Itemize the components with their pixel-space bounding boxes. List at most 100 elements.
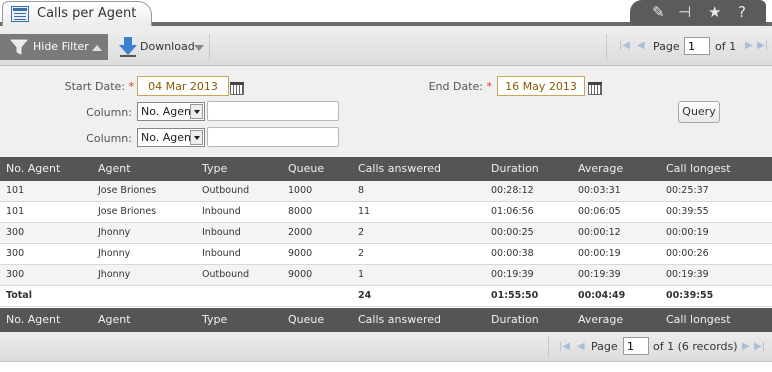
table-cell: Jhonny <box>98 248 131 259</box>
start-date-label: Start Date: * <box>60 80 134 93</box>
last-page-icon[interactable]: ▶| <box>754 341 765 352</box>
table-cell: 00:28:12 <box>491 185 534 196</box>
page-input[interactable] <box>684 37 710 55</box>
next-page-icon[interactable]: ▶ <box>745 40 753 51</box>
table-cell: 01:06:56 <box>491 206 534 217</box>
window-tools: ✎ ⊣ ★ ? <box>630 0 766 25</box>
table-cell: Outbound <box>202 269 250 280</box>
record-count: of 1 (6 records) <box>653 340 738 353</box>
column-header[interactable]: Average <box>578 162 623 175</box>
hide-filter-label: Hide Filter <box>33 40 89 53</box>
column-header[interactable]: No. Agent <box>6 162 60 175</box>
table-cell: Outbound <box>202 185 250 196</box>
download-button[interactable]: Download <box>110 34 210 60</box>
end-date-input[interactable] <box>497 76 585 96</box>
prev-page-icon[interactable]: ◀ <box>637 40 645 51</box>
next-page-icon[interactable]: ▶ <box>742 341 750 352</box>
table-cell: Jhonny <box>98 269 131 280</box>
table-footer-header: No. Agent Agent Type Queue Calls answere… <box>0 308 772 332</box>
table-cell: Inbound <box>202 227 241 238</box>
column2-input[interactable] <box>207 127 339 147</box>
table-cell: 2 <box>358 248 365 259</box>
frame-bottom <box>0 362 772 372</box>
total-cell: 01:55:50 <box>491 290 539 301</box>
column-header[interactable]: Duration <box>491 162 539 175</box>
column-header[interactable]: Call longest <box>666 162 731 175</box>
toolbar: Hide Filter Download |◀ ◀ Page of 1 ▶ ▶| <box>0 26 772 66</box>
column-footer: Call longest <box>666 313 731 326</box>
first-page-icon[interactable]: |◀ <box>619 40 630 51</box>
column-footer: Calls answered <box>358 313 441 326</box>
table-cell: Jhonny <box>98 227 131 238</box>
table-cell: 00:39:55 <box>666 206 709 217</box>
page-label: Page <box>591 340 618 353</box>
chevron-up-icon <box>92 45 102 51</box>
page-count: of 1 <box>715 40 737 53</box>
first-page-icon[interactable]: |◀ <box>559 341 570 352</box>
column1-input[interactable] <box>207 101 339 121</box>
column-header[interactable]: Calls answered <box>358 162 441 175</box>
table-cell: 00:03:31 <box>578 185 621 196</box>
column2-select-value: No. Agent <box>141 131 196 144</box>
prev-page-icon[interactable]: ◀ <box>577 341 585 352</box>
report-table-icon <box>11 6 29 22</box>
table-cell: 00:19:39 <box>491 269 534 280</box>
table-cell: 11 <box>358 206 371 217</box>
edit-icon[interactable]: ✎ <box>652 3 665 21</box>
calendar-icon[interactable] <box>230 82 244 95</box>
hide-filter-button[interactable]: Hide Filter <box>0 34 108 60</box>
required-mark: * <box>128 80 135 93</box>
table-header: No. Agent Agent Type Queue Calls answere… <box>0 157 772 181</box>
table-row[interactable]: 300 Jhonny Inbound 2000 2 00:00:25 00:00… <box>0 223 772 244</box>
column-header[interactable]: Queue <box>288 162 324 175</box>
table-cell: 00:25:37 <box>666 185 709 196</box>
column-header[interactable]: Agent <box>98 162 131 175</box>
dropdown-arrow-icon <box>190 104 203 119</box>
table-cell: 00:00:19 <box>666 227 709 238</box>
top-pager: |◀ ◀ Page of 1 ▶ ▶| <box>606 34 772 60</box>
table-total-row: Total 24 01:55:50 00:04:49 00:39:55 <box>0 286 772 307</box>
query-button[interactable]: Query <box>678 101 720 123</box>
start-date-label-text: Start Date: <box>64 80 125 93</box>
column-footer: Agent <box>98 313 131 326</box>
table-row[interactable]: 300 Jhonny Outbound 9000 1 00:19:39 00:1… <box>0 265 772 286</box>
table-cell: 00:00:38 <box>491 248 534 259</box>
end-date-label-text: End Date: <box>428 80 483 93</box>
column1-select[interactable]: No. Agent <box>137 102 205 121</box>
table-cell: 2 <box>358 227 365 238</box>
table-row[interactable]: 300 Jhonny Inbound 9000 2 00:00:38 00:00… <box>0 244 772 265</box>
table-cell: 101 <box>6 206 25 217</box>
table-row[interactable]: 101 Jose Briones Inbound 8000 11 01:06:5… <box>0 202 772 223</box>
table-cell: 300 <box>6 248 25 259</box>
chevron-down-icon <box>194 45 204 51</box>
table-cell: 00:06:05 <box>578 206 621 217</box>
table-cell: 8 <box>358 185 365 196</box>
last-page-icon[interactable]: ▶| <box>757 40 768 51</box>
bottom-pager: |◀ ◀ Page of 1 (6 records) ▶ ▶| <box>548 336 772 358</box>
start-date-input[interactable] <box>137 76 229 96</box>
calendar-icon[interactable] <box>588 82 602 95</box>
table-cell: Inbound <box>202 248 241 259</box>
table-cell: 9000 <box>288 269 313 280</box>
funnel-icon <box>10 39 28 55</box>
column-footer: Type <box>202 313 228 326</box>
window-tab[interactable]: Calls per Agent <box>2 1 152 26</box>
window-title: Calls per Agent <box>37 6 137 21</box>
column2-select[interactable]: No. Agent <box>137 128 205 147</box>
table-cell: 101 <box>6 185 25 196</box>
table-cell: 00:00:19 <box>578 248 621 259</box>
star-icon[interactable]: ★ <box>708 3 721 21</box>
download-label: Download <box>140 40 195 53</box>
column1-label: Column: <box>86 106 132 119</box>
download-arrow-icon <box>119 37 137 57</box>
table-row[interactable]: 101 Jose Briones Outbound 1000 8 00:28:1… <box>0 181 772 202</box>
help-icon[interactable]: ? <box>738 3 746 21</box>
collapse-icon[interactable]: ⊣ <box>678 3 691 21</box>
table-cell: Jose Briones <box>98 185 157 196</box>
total-cell: 00:04:49 <box>578 290 626 301</box>
total-label: Total <box>6 290 32 301</box>
column-header[interactable]: Type <box>202 162 227 175</box>
page-input[interactable] <box>623 337 649 355</box>
required-mark: * <box>486 80 493 93</box>
table-cell: 8000 <box>288 206 313 217</box>
